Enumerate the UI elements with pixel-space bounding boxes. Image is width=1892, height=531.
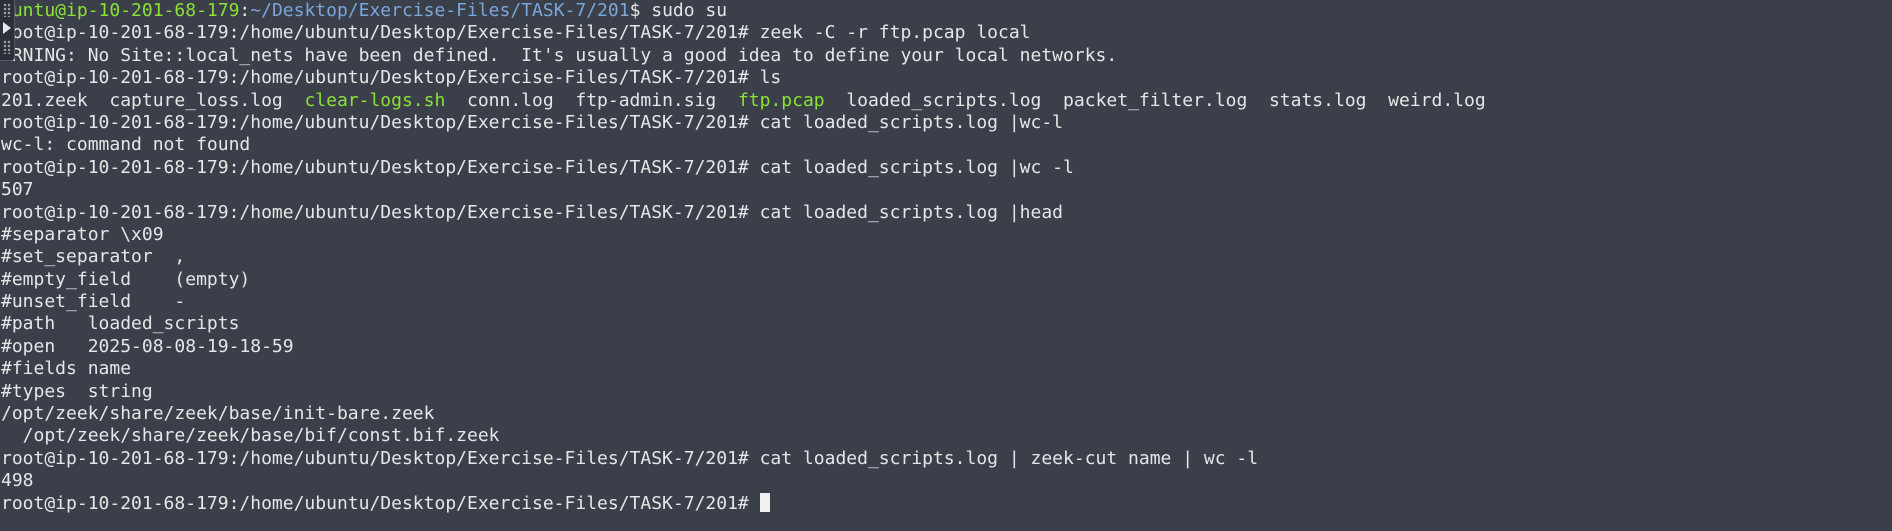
terminal-window[interactable]: buntu@ip-10-201-68-179:~/Desktop/Exercis… (0, 0, 1892, 531)
terminal-line: 201.zeek capture_loss.log clear-logs.sh … (1, 90, 1486, 112)
drag-handle-dots-icon (3, 3, 11, 17)
terminal-line: #unset_field - (1, 291, 1486, 313)
terminal-highlight-text: ftp.pcap (737, 89, 825, 111)
terminal-line: wc-l: command not found (1, 134, 1486, 156)
terminal-line: root@ip-10-201-68-179:/home/ubuntu/Deskt… (1, 448, 1486, 470)
terminal-highlight-text: ~/Desktop/Exercise-Files/TASK-7/201 (250, 0, 630, 21)
terminal-line: root@ip-10-201-68-179:/home/ubuntu/Deskt… (1, 112, 1486, 134)
terminal-line: #set_separator , (1, 246, 1486, 268)
terminal-text: root@ip-10-201-68-179:/home/ubuntu/Deskt… (1, 156, 1074, 178)
terminal-line: #path loaded_scripts (1, 313, 1486, 335)
terminal-line: #fields name (1, 358, 1486, 380)
terminal-text: #types string (1, 380, 153, 402)
terminal-text: #empty_field (empty) (1, 268, 251, 290)
terminal-line: ARNING: No Site::local_nets have been de… (1, 45, 1486, 67)
terminal-text: wc-l: command not found (1, 134, 251, 156)
terminal-text: 201.zeek capture_loss.log (1, 89, 305, 111)
terminal-line: root@ip-10-201-68-179:/home/ubuntu/Deskt… (1, 22, 1486, 44)
play-arrow-icon[interactable] (3, 22, 11, 34)
terminal-text: ARNING: No Site::local_nets have been de… (1, 44, 1118, 66)
terminal-text: 507 (1, 179, 34, 201)
terminal-line: root@ip-10-201-68-179:/home/ubuntu/Deskt… (1, 67, 1486, 89)
terminal-text: #fields name (1, 358, 132, 380)
terminal-text: #unset_field - (1, 291, 186, 313)
terminal-line: #separator \x09 (1, 224, 1486, 246)
terminal-line: /opt/zeek/share/zeek/base/bif/const.bif.… (1, 425, 1486, 447)
terminal-line: buntu@ip-10-201-68-179:~/Desktop/Exercis… (1, 0, 1486, 22)
terminal-text: /opt/zeek/share/zeek/base/bif/const.bif.… (1, 425, 500, 447)
terminal-line: 507 (1, 179, 1486, 201)
terminal-text: root@ip-10-201-68-179:/home/ubuntu/Deskt… (1, 22, 1031, 44)
terminal-text: root@ip-10-201-68-179:/home/ubuntu/Deskt… (1, 201, 1064, 223)
terminal-output: buntu@ip-10-201-68-179:~/Desktop/Exercis… (1, 0, 1486, 515)
terminal-line: root@ip-10-201-68-179:/home/ubuntu/Deskt… (1, 157, 1486, 179)
terminal-text: : (239, 0, 251, 21)
terminal-text: root@ip-10-201-68-179:/home/ubuntu/Deskt… (1, 111, 1064, 133)
terminal-text: root@ip-10-201-68-179:/home/ubuntu/Deskt… (1, 492, 760, 514)
terminal-line: #types string (1, 381, 1486, 403)
terminal-line: 498 (1, 470, 1486, 492)
terminal-line: root@ip-10-201-68-179:/home/ubuntu/Deskt… (1, 492, 1486, 515)
terminal-text: #separator \x09 (1, 223, 164, 245)
terminal-text: loaded_scripts.log packet_filter.log sta… (824, 89, 1486, 111)
terminal-text: #path loaded_scripts (1, 313, 240, 335)
terminal-line: #open 2025-08-08-19-18-59 (1, 336, 1486, 358)
terminal-text: $ sudo su (629, 0, 728, 21)
terminal-text: #open 2025-08-08-19-18-59 (1, 335, 294, 357)
side-panel-handle[interactable] (0, 0, 15, 61)
terminal-line: root@ip-10-201-68-179:/home/ubuntu/Deskt… (1, 202, 1486, 224)
terminal-line: #empty_field (empty) (1, 269, 1486, 291)
terminal-text: root@ip-10-201-68-179:/home/ubuntu/Deskt… (1, 67, 782, 89)
terminal-text: /opt/zeek/share/zeek/base/init-bare.zeek (1, 403, 435, 425)
terminal-highlight-text: buntu@ip-10-201-68-179 (1, 0, 240, 21)
terminal-highlight-text: clear-logs.sh (304, 89, 446, 111)
terminal-line: /opt/zeek/share/zeek/base/init-bare.zeek (1, 403, 1486, 425)
terminal-text: conn.log ftp-admin.sig (445, 89, 738, 111)
text-cursor (759, 492, 770, 512)
drag-handle-dots-icon (3, 40, 11, 54)
terminal-text: #set_separator , (1, 246, 186, 268)
terminal-text: root@ip-10-201-68-179:/home/ubuntu/Deskt… (1, 447, 1259, 469)
terminal-text: 498 (1, 470, 34, 492)
